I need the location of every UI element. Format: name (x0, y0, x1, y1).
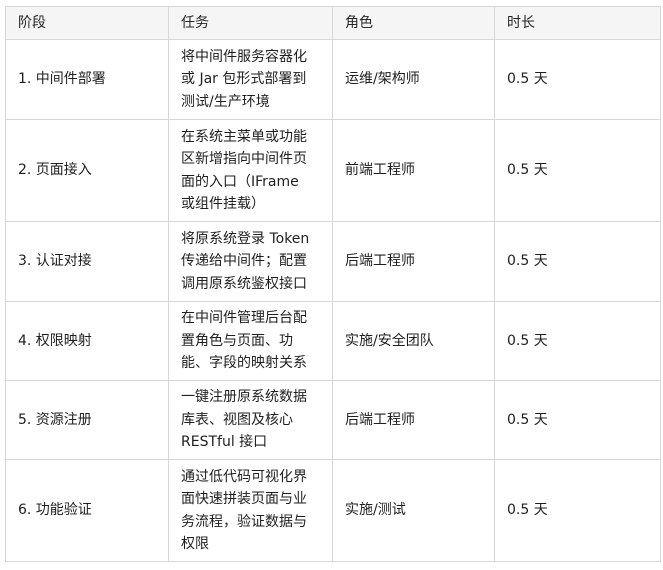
cell-stage: 5. 资源注册 (5, 380, 169, 460)
table-row: 1. 中间件部署 将中间件服务容器化 或 Jar 包形式部署到 测试/生产环境 … (5, 39, 661, 120)
cell-task: 在中间件管理后台配 置角色与页面、功 能、字段的映射关系 (168, 301, 333, 381)
cell-stage: 6. 功能验证 (5, 459, 169, 562)
cell-task: 在系统主菜单或功能 区新增指向中间件页 面的入口（IFrame 或组件挂载） (168, 119, 333, 222)
header-row: 阶段 任务 角色 时长 (5, 6, 661, 40)
cell-duration: 0.5 天 (494, 380, 661, 460)
cell-role: 运维/架构师 (332, 39, 495, 120)
cell-task: 通过低代码可视化界 面快速拼装页面与业 务流程，验证数据与 权限 (168, 459, 333, 562)
cell-role: 实施/安全团队 (332, 301, 495, 381)
table-row: 4. 权限映射 在中间件管理后台配 置角色与页面、功 能、字段的映射关系 实施/… (5, 301, 661, 381)
cell-role: 实施/测试 (332, 459, 495, 562)
cell-duration: 0.5 天 (494, 301, 661, 381)
table-row: 2. 页面接入 在系统主菜单或功能 区新增指向中间件页 面的入口（IFrame … (5, 119, 661, 222)
header-task: 任务 (168, 6, 333, 40)
header-duration: 时长 (494, 6, 661, 40)
cell-duration: 0.5 天 (494, 459, 661, 562)
cell-task: 一键注册原系统数据 库表、视图及核心 RESTful 接口 (168, 380, 333, 460)
cell-duration: 0.5 天 (494, 39, 661, 120)
implementation-table-container: 阶段 任务 角色 时长 1. 中间件部署 将中间件服务容器化 或 Jar 包形式… (5, 6, 661, 562)
header-stage: 阶段 (5, 6, 169, 40)
cell-role: 后端工程师 (332, 221, 495, 302)
cell-task: 将原系统登录 Token 传递给中间件；配置 调用原系统鉴权接口 (168, 221, 333, 302)
table-row: 3. 认证对接 将原系统登录 Token 传递给中间件；配置 调用原系统鉴权接口… (5, 221, 661, 302)
cell-duration: 0.5 天 (494, 119, 661, 222)
header-role: 角色 (332, 6, 495, 40)
implementation-phase-table: 阶段 任务 角色 时长 1. 中间件部署 将中间件服务容器化 或 Jar 包形式… (5, 6, 661, 562)
table-row: 6. 功能验证 通过低代码可视化界 面快速拼装页面与业 务流程，验证数据与 权限… (5, 459, 661, 562)
table-body: 1. 中间件部署 将中间件服务容器化 或 Jar 包形式部署到 测试/生产环境 … (5, 39, 661, 562)
table-row: 5. 资源注册 一键注册原系统数据 库表、视图及核心 RESTful 接口 后端… (5, 380, 661, 460)
cell-stage: 3. 认证对接 (5, 221, 169, 302)
cell-role: 前端工程师 (332, 119, 495, 222)
table-header: 阶段 任务 角色 时长 (5, 6, 661, 40)
cell-stage: 2. 页面接入 (5, 119, 169, 222)
cell-task: 将中间件服务容器化 或 Jar 包形式部署到 测试/生产环境 (168, 39, 333, 120)
cell-role: 后端工程师 (332, 380, 495, 460)
cell-duration: 0.5 天 (494, 221, 661, 302)
cell-stage: 4. 权限映射 (5, 301, 169, 381)
cell-stage: 1. 中间件部署 (5, 39, 169, 120)
